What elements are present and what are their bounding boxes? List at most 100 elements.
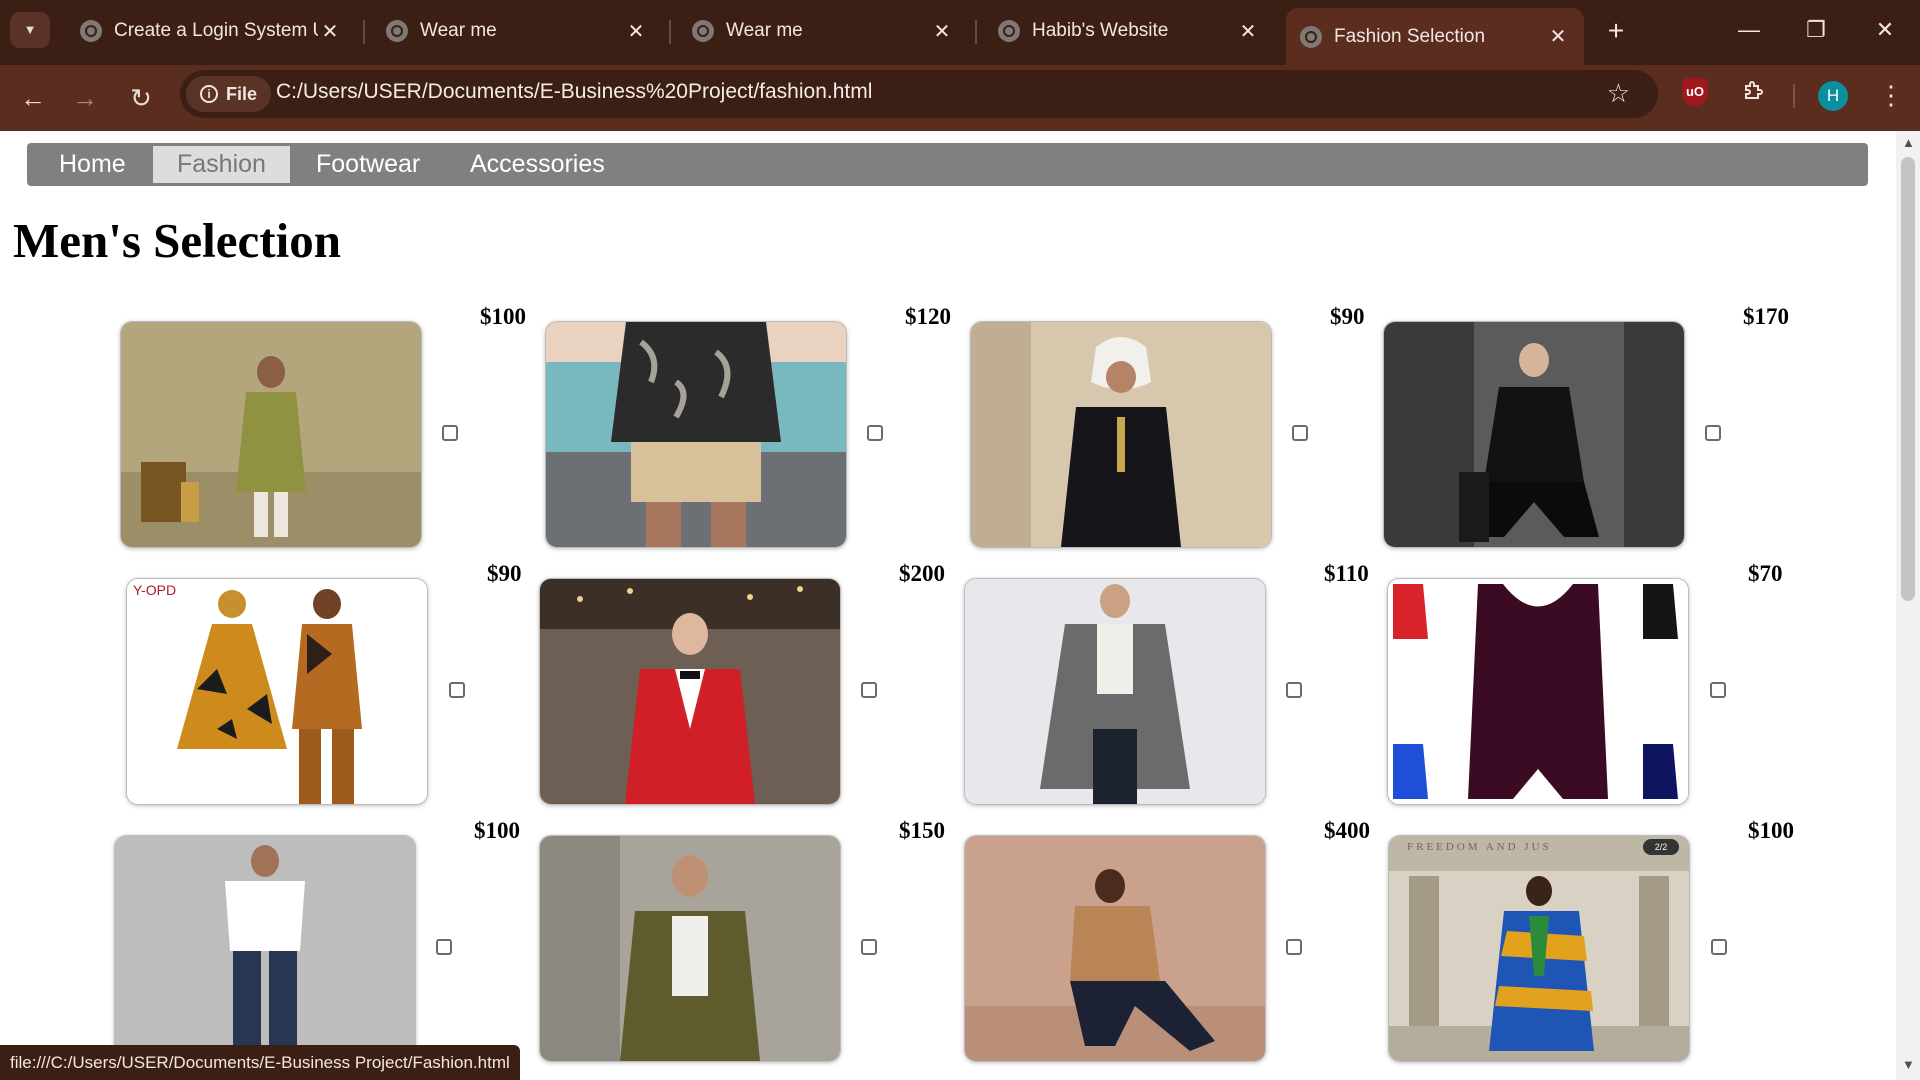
product-photo <box>1388 579 1688 804</box>
page-title: Men's Selection <box>13 213 341 268</box>
product-photo <box>1384 322 1684 547</box>
extensions-puzzle-icon[interactable] <box>1737 78 1771 112</box>
nav-footwear[interactable]: Footwear <box>292 143 444 186</box>
tab-divider <box>975 20 977 44</box>
product-photo <box>965 836 1265 1061</box>
nav-home[interactable]: Home <box>35 143 150 186</box>
product-image-tan-shirt[interactable] <box>964 835 1266 1062</box>
tab-search-chevron-icon[interactable]: ▼ <box>10 12 50 48</box>
product-image-african-print[interactable]: Y-OPD <box>126 578 428 805</box>
product-image-olive-jacket[interactable] <box>539 835 841 1062</box>
close-tab-icon[interactable]: ✕ <box>318 19 342 44</box>
product-price: $120 <box>905 304 951 329</box>
puzzle-icon <box>1745 81 1763 99</box>
minimize-icon[interactable]: — <box>1724 10 1774 50</box>
bookmark-star-icon[interactable]: ☆ <box>1607 78 1630 109</box>
info-icon: i <box>200 85 218 103</box>
product-select-checkbox[interactable] <box>1292 425 1308 441</box>
close-tab-icon[interactable]: ✕ <box>624 19 648 44</box>
new-tab-plus-icon[interactable]: + <box>1598 14 1634 50</box>
globe-icon <box>692 20 714 42</box>
globe-icon <box>386 20 408 42</box>
site-nav-bar: Home Fashion Footwear Accessories <box>27 143 1868 186</box>
product-photo <box>540 836 840 1061</box>
scrollbar-thumb[interactable] <box>1901 157 1915 601</box>
product-image-black-suit[interactable] <box>1383 321 1685 548</box>
close-tab-icon[interactable]: ✕ <box>1546 24 1570 49</box>
tab-title: Fashion Selection <box>1334 25 1486 47</box>
product-select-checkbox[interactable] <box>861 682 877 698</box>
product-photo <box>121 322 421 547</box>
product-photo: Y-OPD <box>127 579 427 804</box>
tab-fashion-selection[interactable]: Fashion Selection ✕ <box>1286 8 1584 65</box>
product-price: $150 <box>899 818 945 843</box>
scroll-down-arrow-icon[interactable]: ▼ <box>1902 1057 1915 1072</box>
product-image-singlet[interactable] <box>1387 578 1689 805</box>
tab-wear-me[interactable]: Wear me ✕ <box>372 8 662 54</box>
product-select-checkbox[interactable] <box>449 682 465 698</box>
tab-create-login[interactable]: Create a Login System Us ✕ <box>66 8 356 54</box>
product-select-checkbox[interactable] <box>1711 939 1727 955</box>
ublock-badge: uO <box>1682 78 1708 106</box>
product-photo <box>965 579 1265 804</box>
scroll-up-arrow-icon[interactable]: ▲ <box>1902 135 1915 150</box>
product-photo: FREEDOM AND JUS 2/2 <box>1389 836 1689 1061</box>
toolbar-divider <box>1793 84 1795 108</box>
tab-divider <box>669 20 671 44</box>
tab-title: Wear me <box>726 20 803 41</box>
product-select-checkbox[interactable] <box>861 939 877 955</box>
close-tab-icon[interactable]: ✕ <box>1236 19 1260 44</box>
product-image-kurta[interactable] <box>120 321 422 548</box>
page-scrollbar[interactable]: ▲ ▼ <box>1896 131 1920 1080</box>
product-price: $100 <box>480 304 526 329</box>
window-close-icon[interactable]: ✕ <box>1860 10 1910 50</box>
product-price: $90 <box>1330 304 1365 329</box>
product-price: $90 <box>487 561 522 586</box>
restore-icon[interactable]: ❐ <box>1791 10 1841 50</box>
product-price: $400 <box>1324 818 1370 843</box>
product-select-checkbox[interactable] <box>867 425 883 441</box>
tab-title: Habib's Website <box>1032 20 1169 41</box>
profile-avatar[interactable]: H <box>1818 81 1848 111</box>
nav-accessories[interactable]: Accessories <box>446 143 629 186</box>
address-bar[interactable]: i File C:/Users/USER/Documents/E-Busines… <box>180 70 1658 118</box>
product-image-red-suit[interactable] <box>539 578 841 805</box>
image-counter-badge: 2/2 <box>1655 842 1668 852</box>
product-select-checkbox[interactable] <box>436 939 452 955</box>
link-status-bar: file:///C:/Users/USER/Documents/E-Busine… <box>0 1045 520 1080</box>
product-price: $100 <box>474 818 520 843</box>
back-arrow-icon[interactable]: ← <box>14 79 52 117</box>
product-price: $110 <box>1324 561 1369 586</box>
site-info-chip[interactable]: i File <box>186 76 272 112</box>
nav-fashion[interactable]: Fashion <box>153 146 290 183</box>
product-image-grey-coat[interactable] <box>964 578 1266 805</box>
more-menu-icon[interactable]: ⋮ <box>1878 78 1904 112</box>
product-image-kente[interactable]: FREEDOM AND JUS 2/2 <box>1388 835 1690 1062</box>
globe-icon <box>80 20 102 42</box>
url-text[interactable]: C:/Users/USER/Documents/E-Business%20Pro… <box>276 80 872 104</box>
product-select-checkbox[interactable] <box>1710 682 1726 698</box>
tab-title: Wear me <box>420 20 497 41</box>
product-photo <box>115 836 415 1061</box>
forward-arrow-icon[interactable]: → <box>66 79 104 117</box>
product-image-white-tshirt[interactable] <box>114 835 416 1062</box>
product-price: $100 <box>1748 818 1794 843</box>
tab-habibs-website[interactable]: Habib's Website ✕ <box>984 8 1274 54</box>
product-photo <box>971 322 1271 547</box>
tab-title: Create a Login System Us <box>114 20 318 41</box>
close-tab-icon[interactable]: ✕ <box>930 19 954 44</box>
reload-icon[interactable]: ↻ <box>122 79 160 117</box>
product-select-checkbox[interactable] <box>442 425 458 441</box>
product-price: $200 <box>899 561 945 586</box>
product-price: $70 <box>1748 561 1783 586</box>
product-select-checkbox[interactable] <box>1286 939 1302 955</box>
tab-wear-me-2[interactable]: Wear me ✕ <box>678 8 968 54</box>
product-select-checkbox[interactable] <box>1705 425 1721 441</box>
globe-icon <box>1300 25 1322 48</box>
ublock-extension-icon[interactable]: uO <box>1682 78 1716 112</box>
product-photo <box>546 322 846 547</box>
monument-inscription: FREEDOM AND JUS <box>1407 841 1552 853</box>
product-image-tropical-shirt[interactable] <box>545 321 847 548</box>
product-image-thobe[interactable] <box>970 321 1272 548</box>
product-select-checkbox[interactable] <box>1286 682 1302 698</box>
